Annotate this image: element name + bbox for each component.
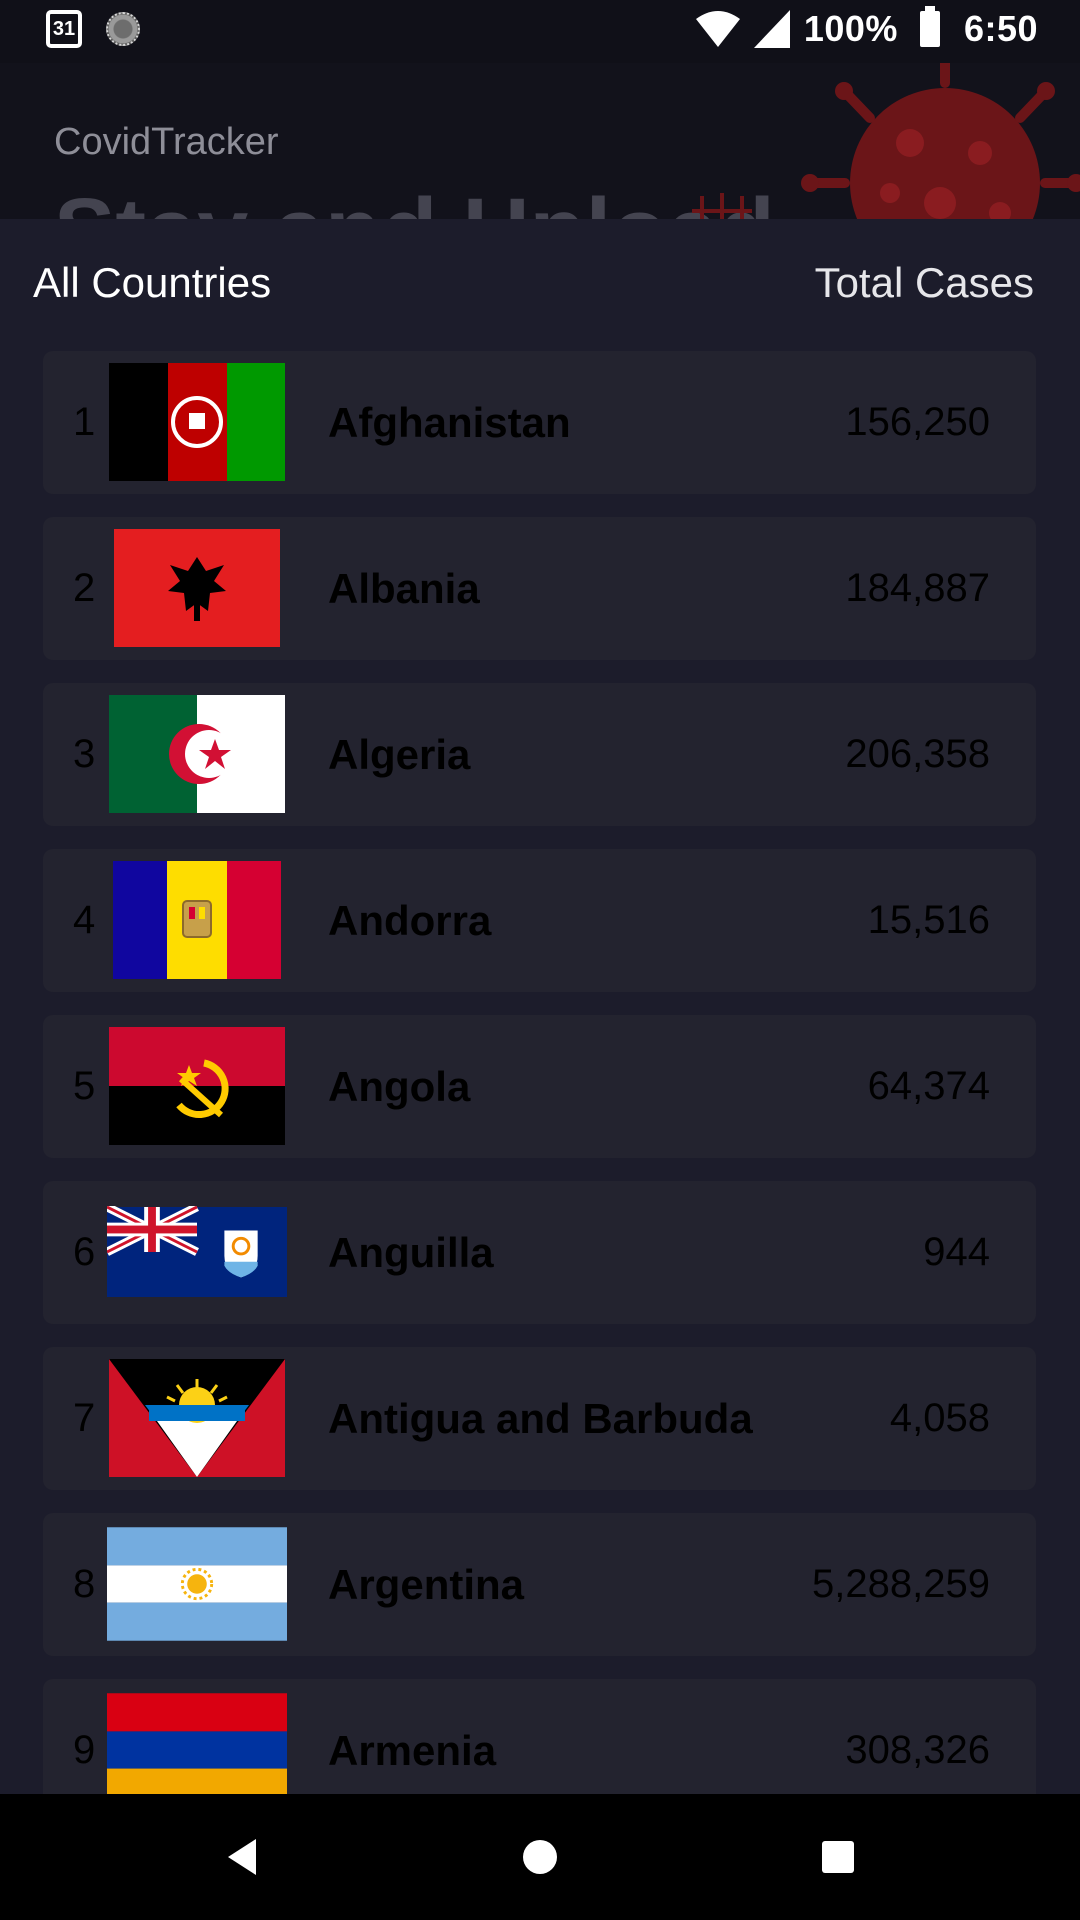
argentina-flag-icon xyxy=(107,1525,287,1643)
calendar-day: 31 xyxy=(52,18,76,40)
country-name: Antigua and Barbuda xyxy=(328,1395,753,1442)
back-button[interactable] xyxy=(182,1794,302,1920)
andorra-flag-icon xyxy=(107,861,287,979)
country-name: Algeria xyxy=(328,731,471,778)
list-header: All Countries Total Cases xyxy=(0,219,1080,347)
recents-icon xyxy=(822,1841,854,1873)
cell-signal-icon xyxy=(753,10,790,48)
country-row-angola[interactable]: 5 Angola 64,374 xyxy=(43,1015,1036,1158)
system-nav-bar xyxy=(0,1794,1080,1920)
status-bar-left: 31 xyxy=(46,10,140,48)
country-name: Afghanistan xyxy=(328,399,571,446)
rank: 1 xyxy=(73,400,96,444)
armenia-flag-icon xyxy=(107,1691,287,1794)
rank: 6 xyxy=(73,1230,96,1274)
case-count: 156,250 xyxy=(845,400,990,444)
country-row-argentina[interactable]: 8 Argentina 5,288,259 xyxy=(43,1513,1036,1656)
rank: 5 xyxy=(73,1064,96,1108)
app-name: CovidTracker xyxy=(54,121,279,163)
case-count: 308,326 xyxy=(845,1728,990,1772)
rank: 8 xyxy=(73,1562,96,1606)
rank: 2 xyxy=(73,566,96,610)
recents-button[interactable] xyxy=(778,1794,898,1920)
country-name: Armenia xyxy=(328,1727,497,1774)
clock: 6:50 xyxy=(963,8,1038,49)
country-row-anguilla[interactable]: 6 Anguilla 944 xyxy=(43,1181,1036,1324)
all-countries-label[interactable]: All Countries xyxy=(33,259,271,307)
rank: 9 xyxy=(73,1728,96,1772)
case-count: 944 xyxy=(923,1230,990,1274)
country-row-andorra[interactable]: 4 Andorra 15,516 xyxy=(43,849,1036,992)
countries-panel: All Countries Total Cases 1 Afghanistan … xyxy=(0,219,1080,1794)
battery-icon xyxy=(919,6,940,47)
rank: 7 xyxy=(73,1396,96,1440)
home-icon xyxy=(523,1840,557,1874)
case-count: 4,058 xyxy=(889,1396,990,1440)
country-row-armenia[interactable]: 9 Armenia 308,326 xyxy=(43,1679,1036,1794)
anguilla-flag-icon xyxy=(107,1193,287,1311)
case-count: 64,374 xyxy=(867,1064,990,1108)
case-count: 206,358 xyxy=(845,732,990,776)
rank: 4 xyxy=(73,898,96,942)
status-bar: 31 100% 6:50 xyxy=(0,0,1080,63)
rank: 3 xyxy=(73,732,96,776)
case-count: 15,516 xyxy=(867,898,990,942)
back-icon xyxy=(228,1839,256,1875)
country-row-algeria[interactable]: 3 Algeria 206,358 xyxy=(43,683,1036,826)
country-name: Anguilla xyxy=(328,1229,494,1276)
country-row-afghanistan[interactable]: 1 Afghanistan 156,250 xyxy=(43,351,1036,494)
angola-flag-icon xyxy=(107,1027,287,1145)
total-cases-label[interactable]: Total Cases xyxy=(815,259,1034,307)
country-name: Angola xyxy=(328,1063,471,1110)
albania-flag-icon xyxy=(107,529,287,647)
status-bar-right: 100% 6:50 xyxy=(695,6,1038,50)
algeria-flag-icon xyxy=(107,695,287,813)
country-name: Argentina xyxy=(328,1561,525,1608)
case-count: 184,887 xyxy=(845,566,990,610)
antigua-and-barbuda-flag-icon xyxy=(107,1359,287,1477)
country-row-antigua-and-barbuda[interactable]: 7 Antigua and Barbuda 4,058 xyxy=(43,1347,1036,1490)
home-button[interactable] xyxy=(480,1794,600,1920)
case-count: 5,288,259 xyxy=(812,1562,990,1606)
country-row-albania[interactable]: 2 Albania 184,887 xyxy=(43,517,1036,660)
calendar-icon: 31 xyxy=(46,10,82,48)
app-header: CovidTracker Stay and Upload xyxy=(0,63,1080,220)
afghanistan-flag-icon xyxy=(107,363,287,481)
battery-percent: 100% xyxy=(803,8,898,49)
wifi-icon xyxy=(695,11,740,47)
country-name: Andorra xyxy=(328,897,492,944)
virus-icon xyxy=(692,193,752,220)
country-name: Albania xyxy=(328,565,480,612)
sync-spinner-icon xyxy=(106,12,140,46)
